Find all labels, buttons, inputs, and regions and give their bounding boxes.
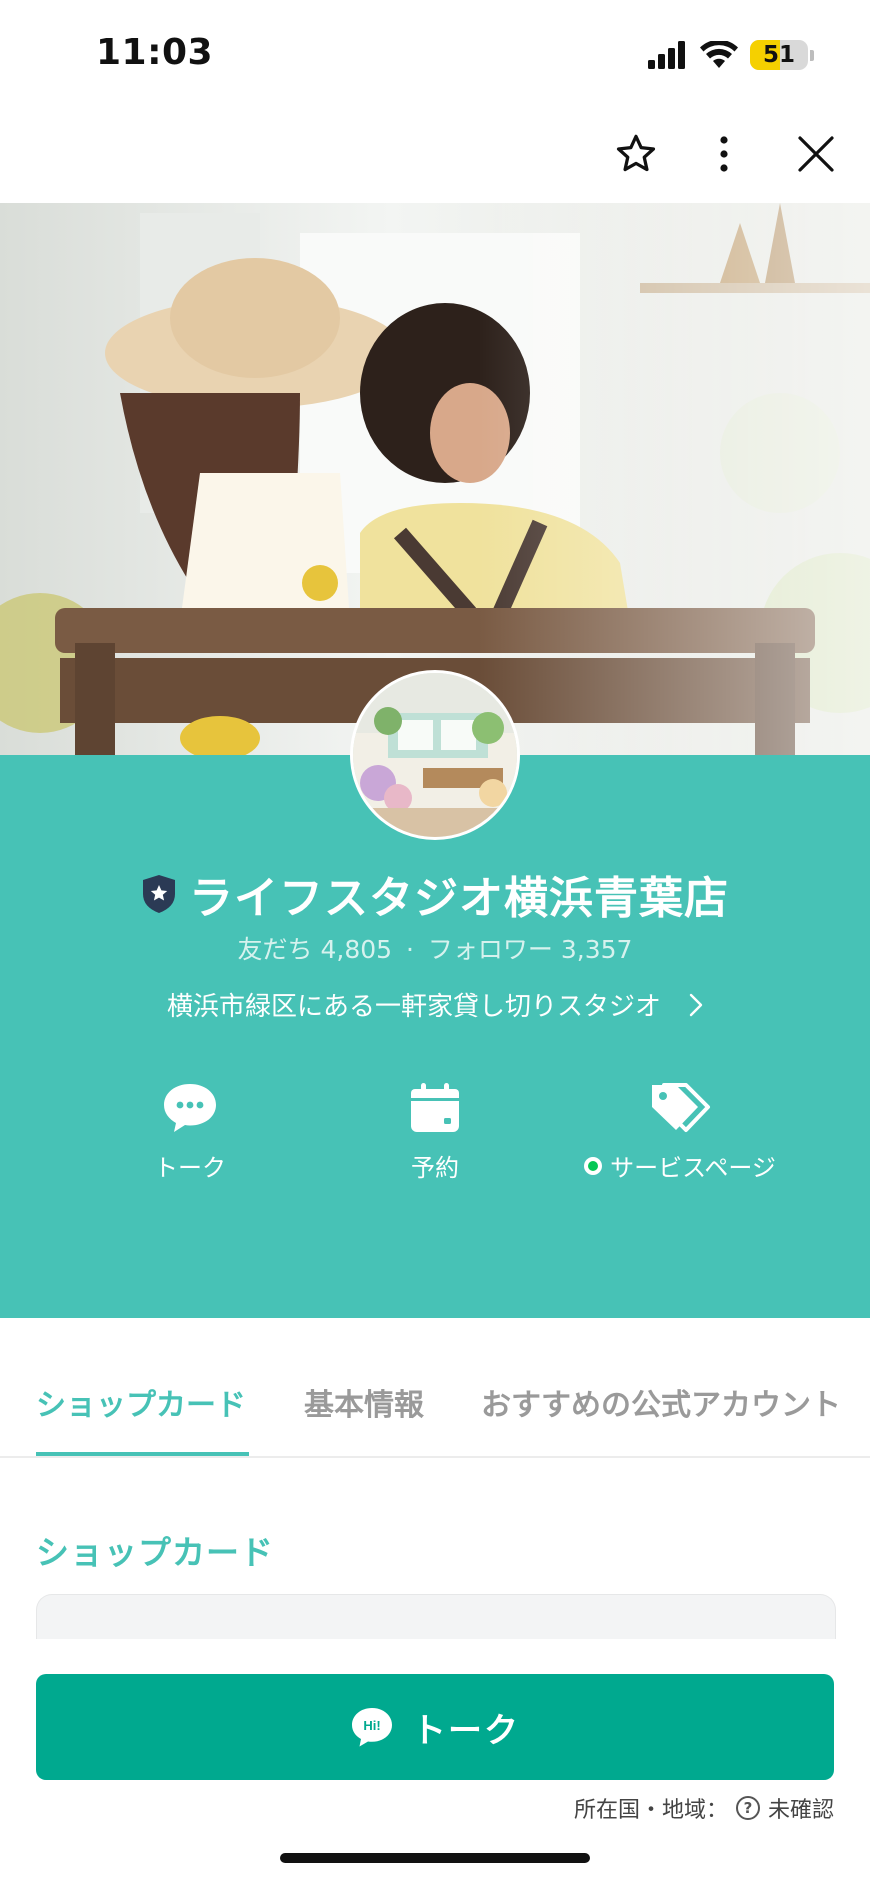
calendar-icon — [411, 1083, 459, 1132]
shop-card-preview[interactable] — [36, 1594, 836, 1639]
hi-badge: Hi! — [363, 1718, 380, 1733]
action-service-page[interactable]: サービスページ — [550, 1082, 810, 1183]
talk-button[interactable]: Hi! トーク — [36, 1674, 834, 1780]
followers-count: 3,357 — [560, 935, 633, 964]
region-label: 所在国・地域： — [573, 1798, 728, 1823]
status-time: 11:03 — [96, 32, 214, 73]
chevron-right-icon — [689, 993, 703, 1016]
home-indicator[interactable] — [280, 1853, 590, 1863]
action-talk[interactable]: トーク — [60, 1082, 320, 1183]
count-separator: · — [406, 935, 414, 964]
section-title: ショップカード — [36, 1533, 274, 1572]
new-indicator-dot — [584, 1156, 603, 1175]
profile-description-link[interactable]: 横浜市緑区にある一軒家貸し切りスタジオ — [0, 986, 870, 1023]
action-reservation-label: 予約 — [411, 1154, 459, 1182]
close-icon — [798, 136, 834, 172]
favorite-button[interactable] — [610, 128, 662, 180]
profile-avatar[interactable] — [350, 670, 520, 840]
more-vertical-icon — [720, 136, 728, 172]
friends-label: 友だち — [237, 935, 313, 964]
star-icon — [616, 134, 656, 172]
tab-bar: ショップカード 基本情報 おすすめの公式アカウント — [0, 1370, 870, 1458]
chat-bubble-icon — [164, 1084, 216, 1132]
help-icon[interactable]: ? — [735, 1796, 760, 1820]
wifi-icon — [700, 41, 738, 68]
close-button[interactable] — [790, 128, 842, 180]
tab-basic-info[interactable]: 基本情報 — [304, 1380, 424, 1424]
active-tab-indicator — [36, 1452, 249, 1456]
tags-icon — [652, 1083, 710, 1132]
shield-star-icon — [143, 875, 175, 913]
action-service-page-label: サービスページ — [610, 1154, 776, 1182]
account-name: ライフスタジオ横浜青葉店 — [189, 873, 729, 924]
tab-recommended-accounts[interactable]: おすすめの公式アカウント — [481, 1380, 841, 1424]
battery-level: 51 — [762, 42, 795, 68]
action-talk-label: トーク — [154, 1154, 226, 1182]
profile-description: 横浜市緑区にある一軒家貸し切りスタジオ — [166, 992, 661, 1022]
followers-label: フォロワー — [427, 935, 553, 964]
friends-count: 4,805 — [320, 935, 393, 964]
tab-shop-card[interactable]: ショップカード — [36, 1380, 246, 1424]
region-value: 未確認 — [767, 1798, 834, 1823]
action-reservation[interactable]: 予約 — [305, 1082, 565, 1183]
cellular-signal-icon — [648, 41, 685, 69]
follower-counts[interactable]: 友だち 4,805 · フォロワー 3,357 — [0, 930, 870, 966]
talk-button-label: トーク — [412, 1710, 520, 1751]
status-icons: 51 — [648, 40, 814, 70]
battery-indicator: 51 — [750, 40, 814, 70]
more-options-button[interactable] — [698, 128, 750, 180]
region-info[interactable]: 所在国・地域： ? 未確認 — [574, 1792, 834, 1824]
profile-name-row: ライフスタジオ横浜青葉店 — [0, 862, 870, 926]
hi-chat-icon: Hi! — [352, 1708, 392, 1747]
